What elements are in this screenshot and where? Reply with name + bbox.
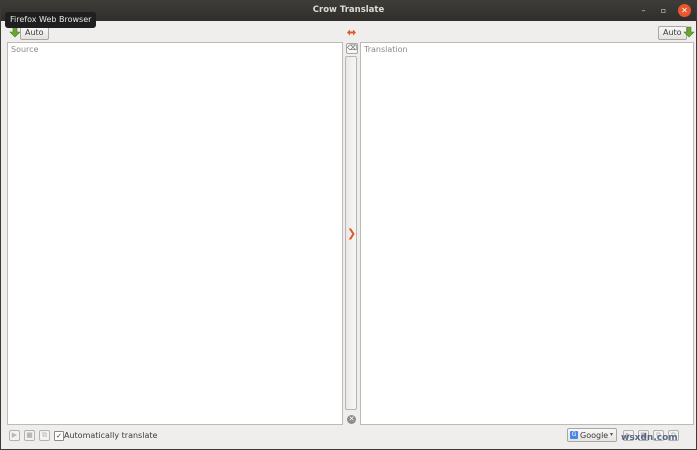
auto-translate-label: Automatically translate xyxy=(64,431,158,440)
google-icon: G xyxy=(570,431,578,439)
title-bar[interactable]: Crow Translate – ▫ ✕ xyxy=(1,1,696,21)
chevron-down-icon: ▾ xyxy=(609,431,613,438)
source-copy-button[interactable]: ⧉ xyxy=(39,430,50,441)
minimize-button[interactable]: – xyxy=(637,4,650,17)
translation-text-area[interactable]: Translation xyxy=(360,42,694,425)
translation-speak-icon[interactable] xyxy=(683,26,695,38)
source-language-button[interactable]: Auto xyxy=(20,26,49,40)
source-stop-button[interactable]: ■ xyxy=(24,430,35,441)
engine-select[interactable]: G Google ▾ xyxy=(567,428,617,442)
app-window: Crow Translate – ▫ ✕ Firefox Web Browser… xyxy=(0,0,697,450)
source-placeholder: Source xyxy=(11,45,39,54)
maximize-button[interactable]: ▫ xyxy=(657,4,670,17)
engine-label: Google xyxy=(580,431,609,440)
source-text-area[interactable]: Source xyxy=(7,42,343,425)
close-button[interactable]: ✕ xyxy=(678,4,691,17)
swap-languages-icon[interactable] xyxy=(346,28,357,37)
watermark: wsxdn.com xyxy=(621,433,678,443)
tooltip: Firefox Web Browser xyxy=(5,12,97,28)
window-title: Crow Translate xyxy=(312,5,385,15)
auto-translate-checkbox[interactable]: ✓ xyxy=(54,431,64,441)
translate-arrow-icon[interactable]: ❯ xyxy=(347,228,356,239)
translation-placeholder: Translation xyxy=(364,45,408,54)
abort-translation-icon[interactable]: ✕ xyxy=(347,415,356,424)
source-play-button[interactable]: ▶ xyxy=(9,430,20,441)
clear-text-button[interactable]: ⌫ xyxy=(346,43,358,54)
